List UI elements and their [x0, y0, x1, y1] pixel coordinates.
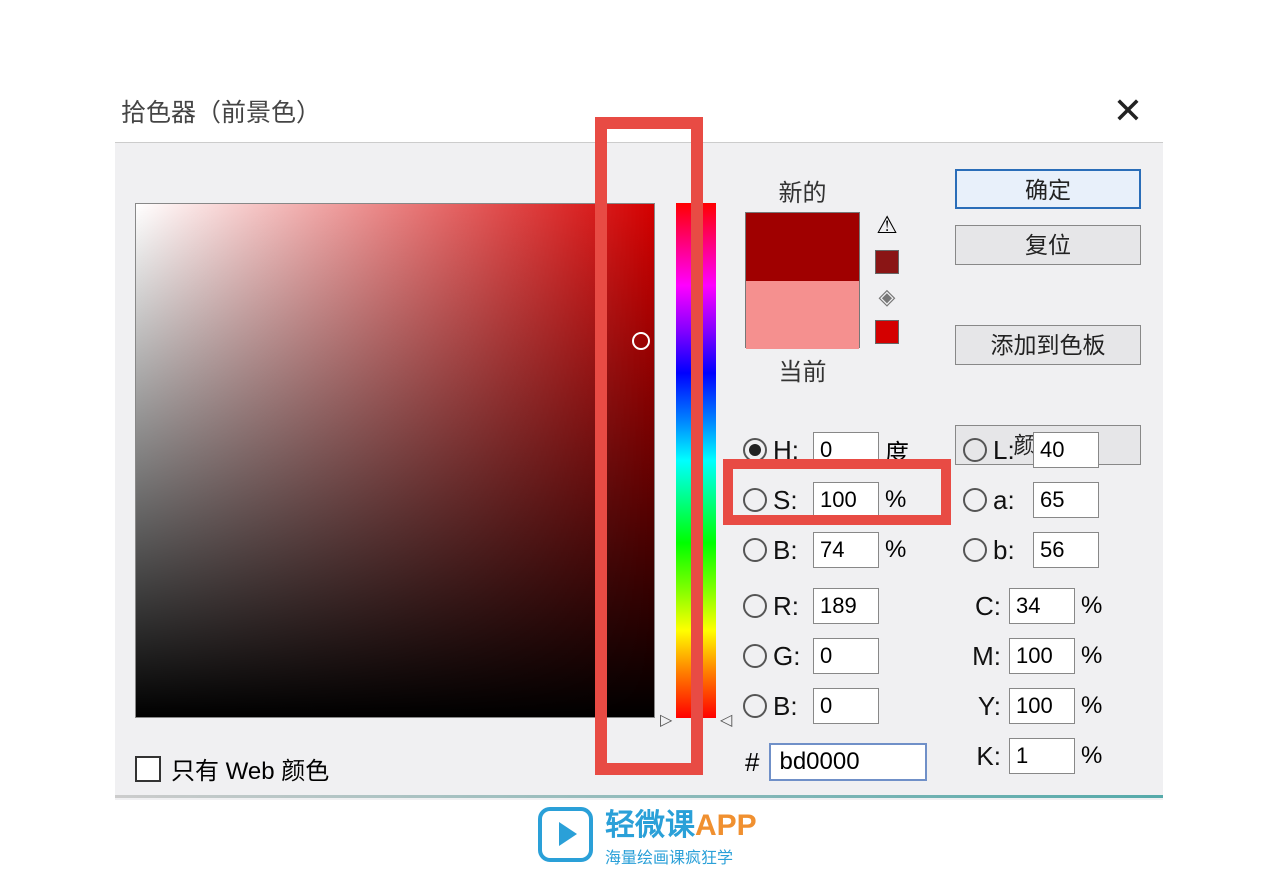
unit-k: %	[1081, 742, 1111, 770]
label-l: L:	[993, 435, 1033, 466]
radio-b-lab[interactable]	[963, 538, 987, 562]
warning-column: ⚠ ◈	[875, 211, 899, 344]
button-column: 确定 复位 添加到色板 颜色库	[955, 169, 1141, 465]
radio-b-hsb[interactable]	[743, 538, 767, 562]
label-b-lab: b:	[993, 535, 1033, 566]
ok-button[interactable]: 确定	[955, 169, 1141, 209]
input-c[interactable]	[1009, 588, 1075, 624]
radio-b-rgb[interactable]	[743, 694, 767, 718]
radio-s[interactable]	[743, 488, 767, 512]
hue-slider[interactable]	[676, 203, 716, 718]
label-g: G:	[773, 641, 813, 672]
input-r[interactable]	[813, 588, 879, 624]
input-k[interactable]	[1009, 738, 1075, 774]
unit-m: %	[1081, 642, 1111, 670]
label-y: Y:	[963, 691, 1001, 722]
label-s: S:	[773, 485, 813, 516]
watermark-subtitle: 海量绘画课疯狂学	[605, 844, 757, 868]
current-color-swatch[interactable]	[746, 281, 859, 349]
hue-arrow-left-icon[interactable]: ▷	[660, 710, 672, 730]
label-b-rgb: B:	[773, 691, 813, 722]
web-colors-row: 只有 Web 颜色	[135, 751, 329, 786]
color-picker-dialog: 拾色器（前景色） ✕ ▷ ◁ 新的 当前 ⚠ ◈ 确定 复位 添加到色	[115, 80, 1163, 800]
radio-g[interactable]	[743, 644, 767, 668]
input-y[interactable]	[1009, 688, 1075, 724]
input-g[interactable]	[813, 638, 879, 674]
unit-h: 度	[885, 433, 915, 468]
websafe-warning-icon[interactable]: ◈	[879, 284, 896, 310]
unit-b-hsb: %	[885, 536, 915, 564]
web-only-checkbox[interactable]	[135, 756, 161, 782]
new-color-swatch[interactable]	[746, 213, 859, 281]
hue-arrow-right-icon[interactable]: ◁	[720, 710, 732, 730]
input-m[interactable]	[1009, 638, 1075, 674]
input-b-rgb[interactable]	[813, 688, 879, 724]
input-a[interactable]	[1033, 482, 1099, 518]
titlebar: 拾色器（前景色） ✕	[115, 80, 1163, 142]
label-c: C:	[963, 591, 1001, 622]
dialog-title: 拾色器（前景色）	[121, 93, 321, 129]
radio-h[interactable]	[743, 438, 767, 462]
value-inputs: H: 度 L: S: % a:	[743, 425, 1153, 781]
unit-c: %	[1081, 592, 1111, 620]
bottom-divider	[115, 795, 1163, 798]
add-to-swatches-button[interactable]: 添加到色板	[955, 325, 1141, 365]
color-preview: 新的 当前	[745, 173, 860, 387]
preview-swatch	[745, 212, 860, 348]
radio-l[interactable]	[963, 438, 987, 462]
hex-row: #	[745, 743, 927, 781]
radio-r[interactable]	[743, 594, 767, 618]
hash-label: #	[745, 747, 759, 778]
input-h[interactable]	[813, 432, 879, 468]
label-m: M:	[963, 641, 1001, 672]
label-b-hsb: B:	[773, 535, 813, 566]
label-r: R:	[773, 591, 813, 622]
input-s[interactable]	[813, 482, 879, 518]
unit-s: %	[885, 486, 915, 514]
reset-button[interactable]: 复位	[955, 225, 1141, 265]
close-icon[interactable]: ✕	[1113, 90, 1143, 132]
gamut-warning-icon[interactable]: ⚠	[876, 211, 898, 240]
gamut-swatch[interactable]	[875, 250, 899, 274]
current-color-label: 当前	[745, 352, 860, 387]
websafe-swatch[interactable]	[875, 320, 899, 344]
label-a: a:	[993, 485, 1033, 516]
label-h: H:	[773, 435, 813, 466]
unit-y: %	[1081, 692, 1111, 720]
watermark: 轻微课APP 海量绘画课疯狂学	[538, 800, 757, 868]
watermark-title: 轻微课APP	[605, 800, 757, 844]
color-field-marker[interactable]	[632, 332, 650, 350]
input-l[interactable]	[1033, 432, 1099, 468]
input-b-lab[interactable]	[1033, 532, 1099, 568]
color-field[interactable]	[135, 203, 655, 718]
new-color-label: 新的	[745, 173, 860, 208]
radio-a[interactable]	[963, 488, 987, 512]
input-b-hsb[interactable]	[813, 532, 879, 568]
input-hex[interactable]	[769, 743, 927, 781]
watermark-play-icon	[538, 807, 593, 862]
label-k: K:	[963, 741, 1001, 772]
dialog-body: ▷ ◁ 新的 当前 ⚠ ◈ 确定 复位 添加到色板 颜色库	[115, 142, 1163, 800]
web-only-label: 只有 Web 颜色	[171, 751, 329, 786]
